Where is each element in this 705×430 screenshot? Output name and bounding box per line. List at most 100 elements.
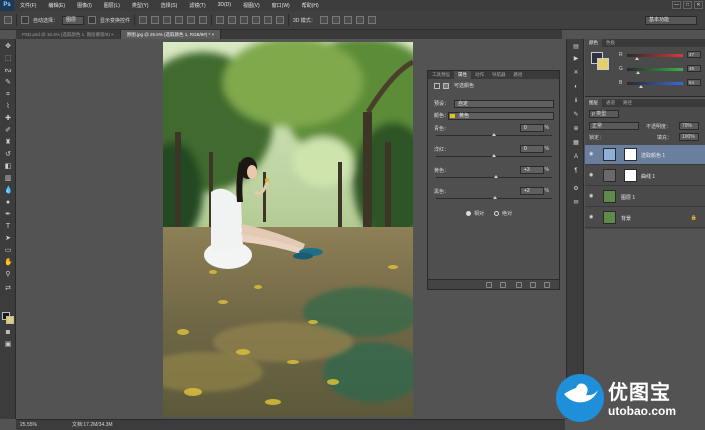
slider-value-input[interactable]: +3 [520, 166, 544, 174]
character-icon[interactable]: A [572, 153, 580, 161]
channel-slider-thumb[interactable] [639, 85, 643, 88]
history-brush-tool-icon[interactable]: ↺ [4, 151, 12, 159]
align-middle-icon[interactable] [151, 16, 160, 24]
zoom-tool-icon[interactable]: ⚲ [4, 271, 12, 279]
colors-dropdown[interactable]: 黄色 [448, 112, 554, 120]
align-top-icon[interactable] [139, 16, 148, 24]
opacity-input[interactable]: 79% [679, 122, 699, 130]
distribute-left-icon[interactable] [252, 16, 261, 24]
close-button[interactable]: ✕ [694, 1, 703, 9]
timeline-icon[interactable]: ⚙ [572, 185, 580, 193]
eraser-tool-icon[interactable]: ◧ [4, 163, 12, 171]
eye-icon[interactable]: ◉ [589, 194, 595, 199]
layers-panel-tab[interactable]: 路径 [619, 99, 636, 107]
pan-3d-icon[interactable] [343, 16, 352, 24]
eye-icon[interactable]: ◉ [589, 215, 595, 220]
eyedropper-tool-icon[interactable]: ⌇ [4, 103, 12, 111]
clone-stamp-tool-icon[interactable]: ♜ [4, 139, 12, 147]
actions-icon[interactable]: ▶ [572, 55, 580, 63]
lasso-tool-icon[interactable]: ᔓ [4, 67, 12, 75]
menu-item[interactable]: 图层(L) [98, 2, 126, 9]
properties-tab[interactable]: 属性 [454, 71, 471, 79]
slider-value-input[interactable]: 0 [520, 124, 544, 132]
eye-icon[interactable]: ◉ [589, 152, 595, 157]
align-center-icon[interactable] [187, 16, 196, 24]
trash-icon[interactable] [544, 282, 550, 288]
screen-mode-icon[interactable]: ▣ [4, 341, 12, 349]
swatches-icon[interactable]: ▦ [572, 139, 580, 147]
dodge-tool-icon[interactable]: ● [4, 199, 12, 207]
align-bottom-icon[interactable] [163, 16, 172, 24]
swap-colors-icon[interactable]: ⇄ [4, 285, 12, 293]
info-icon[interactable]: ℹ [572, 97, 580, 105]
layer-row[interactable]: ◉ 选取颜色 1 [585, 145, 705, 165]
slide-3d-icon[interactable] [355, 16, 364, 24]
slider-thumb[interactable] [492, 154, 496, 157]
pen-tool-icon[interactable]: ✒ [4, 211, 12, 219]
auto-select-dropdown[interactable]: 图层 [62, 15, 85, 25]
color-panel-tab[interactable]: 颜色 [585, 39, 602, 47]
slider-value-input[interactable]: +2 [520, 187, 544, 195]
checkbox-icon[interactable] [21, 16, 29, 24]
quick-select-tool-icon[interactable]: ✎ [4, 79, 12, 87]
show-transform-checkbox[interactable] [88, 16, 97, 24]
layer-row[interactable]: ◉ 曲线 1 [585, 166, 705, 186]
reset-icon[interactable] [516, 282, 522, 288]
history-icon[interactable]: ▤ [572, 43, 580, 51]
slider-thumb[interactable] [493, 196, 498, 199]
visibility-icon[interactable] [530, 282, 536, 288]
channel-value-input[interactable]: 64 [687, 79, 701, 86]
quick-mask-icon[interactable]: ◙ [4, 329, 12, 337]
menu-item[interactable]: 编辑(E) [42, 2, 71, 9]
document-canvas[interactable] [163, 42, 413, 417]
channel-slider-thumb[interactable] [635, 71, 640, 74]
clone-source-icon[interactable]: ⊕ [572, 125, 580, 133]
menu-item[interactable]: 文件(F) [14, 2, 42, 9]
roll-3d-icon[interactable] [331, 16, 340, 24]
eye-icon[interactable]: ◉ [589, 173, 595, 178]
distribute-center-icon[interactable] [264, 16, 273, 24]
mask-icon[interactable] [443, 83, 449, 89]
notes-icon[interactable]: ✉ [572, 199, 580, 207]
view-previous-icon[interactable] [500, 282, 506, 288]
brush-tool-icon[interactable]: ✐ [4, 127, 12, 135]
preset-dropdown[interactable]: 自定 [454, 100, 554, 108]
align-left-icon[interactable] [175, 16, 184, 24]
distribute-right-icon[interactable] [276, 16, 285, 24]
clip-icon[interactable] [486, 282, 492, 288]
menu-item[interactable]: 选择(S) [155, 2, 184, 9]
properties-tab[interactable]: 路径 [510, 71, 527, 79]
menu-item[interactable]: 类型(Y) [126, 2, 155, 9]
healing-brush-tool-icon[interactable]: ✚ [4, 115, 12, 123]
menu-item[interactable]: 滤镜(T) [183, 2, 211, 9]
blur-tool-icon[interactable]: 💧 [4, 187, 13, 195]
properties-tab[interactable]: 工具预设 [428, 71, 454, 79]
menu-item[interactable]: 视图(V) [237, 2, 266, 9]
relative-radio[interactable] [466, 211, 471, 216]
distribute-top-icon[interactable] [216, 16, 225, 24]
marquee-tool-icon[interactable]: ⬚ [4, 55, 12, 63]
gradient-tool-icon[interactable]: ▥ [4, 175, 12, 183]
shape-tool-icon[interactable]: ▭ [4, 247, 12, 255]
slider-thumb[interactable] [493, 175, 498, 178]
zoom-level[interactable]: 25.55% [20, 420, 37, 430]
properties-tab[interactable]: 动作 [471, 71, 488, 79]
move-tool-icon[interactable]: ✥ [4, 43, 12, 51]
align-right-icon[interactable] [199, 16, 208, 24]
brush-presets-icon[interactable]: ✎ [572, 111, 580, 119]
menu-item[interactable]: 窗口(W) [266, 2, 296, 9]
scale-3d-icon[interactable] [367, 16, 376, 24]
layer-filter-dropdown[interactable]: ρ 类型 [589, 110, 619, 118]
move-tool-icon[interactable] [4, 16, 12, 24]
crop-tool-icon[interactable]: ⌗ [4, 91, 12, 99]
adjustments-icon[interactable]: ◐ [572, 83, 580, 91]
slider-value-input[interactable]: 0 [520, 145, 544, 153]
properties-tab[interactable]: 导航器 [488, 71, 510, 79]
menu-item[interactable]: 图像(I) [71, 2, 98, 9]
workspace-dropdown[interactable]: 基本功能 [645, 16, 697, 25]
layers-panel-tab[interactable]: 通道 [602, 99, 619, 107]
paragraph-icon[interactable]: ¶ [572, 167, 580, 175]
menu-item[interactable]: 3D(D) [212, 2, 237, 9]
distribute-middle-icon[interactable] [228, 16, 237, 24]
color-panel-tab[interactable]: 色板 [602, 39, 619, 47]
